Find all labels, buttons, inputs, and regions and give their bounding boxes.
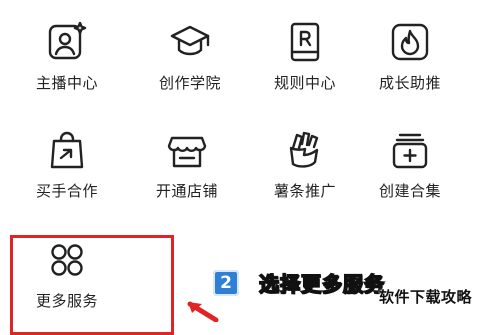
grid-item-label: 开通店铺 bbox=[155, 182, 218, 200]
buyer-cooperation-item[interactable]: 买手合作 bbox=[17, 128, 117, 201]
graduation-cap-icon bbox=[168, 20, 212, 64]
fries-promotion-item[interactable]: 薯条推广 bbox=[255, 128, 355, 201]
grid-item-label: 薯条推广 bbox=[273, 182, 336, 200]
rules-book-icon bbox=[283, 20, 327, 64]
highlight-box bbox=[10, 235, 174, 335]
create-collection-item[interactable]: 创建合集 bbox=[360, 128, 460, 201]
flame-icon bbox=[388, 20, 432, 64]
shopping-bag-icon bbox=[45, 128, 89, 172]
creation-academy-item[interactable]: 创作学院 bbox=[140, 20, 240, 93]
grid-item-label: 买手合作 bbox=[35, 182, 98, 200]
step-number-badge: 2 bbox=[213, 269, 239, 296]
step-instruction-text: 选择更多服务 bbox=[258, 271, 385, 297]
grid-item-label: 创作学院 bbox=[158, 74, 221, 92]
grid-item-label: 成长助推 bbox=[378, 74, 441, 92]
growth-boost-item[interactable]: 成长助推 bbox=[360, 20, 460, 93]
grid-item-label: 主播中心 bbox=[35, 74, 98, 92]
fries-icon bbox=[283, 128, 327, 172]
anchor-center-item[interactable]: 主播中心 bbox=[17, 20, 117, 93]
grid-item-label: 规则中心 bbox=[273, 74, 336, 92]
grid-item-label: 创建合集 bbox=[378, 182, 441, 200]
rules-center-item[interactable]: 规则中心 bbox=[255, 20, 355, 93]
step-callout: 2 选择更多服务 bbox=[213, 268, 385, 297]
store-icon bbox=[165, 128, 209, 172]
collection-add-icon bbox=[388, 128, 432, 172]
watermark-text: 软件下载攻略 bbox=[378, 288, 472, 306]
open-store-item[interactable]: 开通店铺 bbox=[137, 128, 237, 201]
anchor-center-icon bbox=[45, 20, 89, 64]
pointer-arrow-icon bbox=[187, 301, 219, 322]
